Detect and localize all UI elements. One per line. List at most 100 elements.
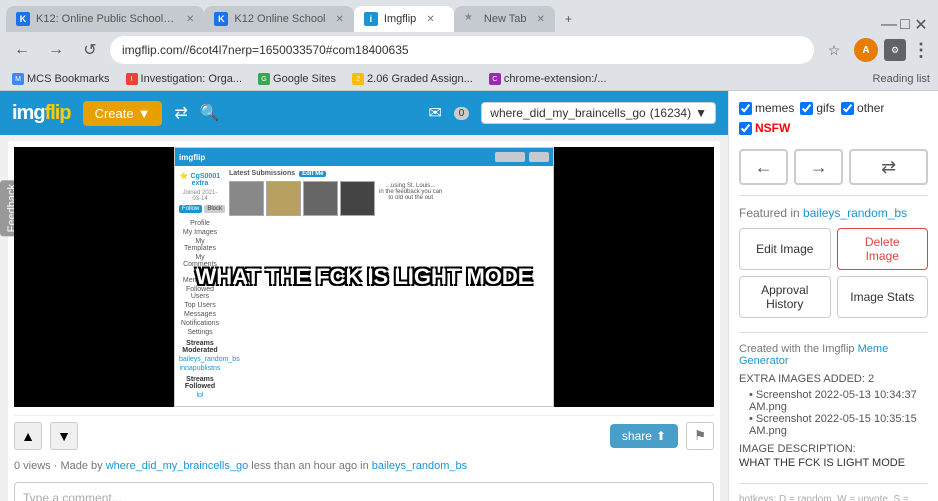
address-bar-row: ← → ↺ ☆ A ⚙ ⋮ (0, 32, 938, 68)
next-button[interactable]: → (794, 149, 843, 185)
nsfw-checkbox-label[interactable]: NSFW (739, 121, 790, 135)
image-desc-text: WHAT THE FCK IS LIGHT MODE (739, 457, 928, 469)
fake-submissions-row: ...using St. Louis...in the feedback you… (229, 181, 553, 216)
forward-button[interactable]: → (42, 36, 70, 64)
tab4-favicon: ★ (464, 12, 478, 26)
browser-tab-1[interactable]: K K12: Online Public School Pro... ✕ (6, 6, 204, 32)
fake-stream1: baileys_random_bs (175, 355, 225, 364)
new-tab-button[interactable]: + (555, 6, 582, 32)
divider-1 (739, 195, 928, 196)
gifs-label: gifs (816, 101, 835, 115)
tab1-title: K12: Online Public School Pro... (36, 13, 176, 25)
downvote-button[interactable]: ▼ (50, 422, 78, 450)
shuffle-icon[interactable]: ⇄ (174, 103, 187, 123)
other-checkbox-label[interactable]: other (841, 101, 884, 115)
stream-link[interactable]: baileys_random_bs (372, 460, 467, 472)
tab4-title: New Tab (484, 13, 527, 25)
created-text: Created with the Imgflip (739, 343, 855, 355)
fake-input2 (529, 152, 549, 162)
bookmark-google-sites[interactable]: G Google Sites (254, 71, 340, 87)
featured-text: Featured in (739, 206, 800, 220)
tab4-close[interactable]: ✕ (537, 14, 545, 25)
maximize-button[interactable]: □ (898, 18, 912, 32)
create-button[interactable]: Create ▼ (83, 101, 163, 126)
browser-tab-3[interactable]: i Imgflip ✕ (354, 6, 454, 32)
fake-profile-link: Profile (175, 219, 225, 228)
comment-input[interactable]: Type a comment... (14, 482, 714, 501)
page-content: Feedback imgflip Create ▼ ⇄ 🔍 ✉ 0 where_… (0, 91, 938, 501)
browser-tab-4[interactable]: ★ New Tab ✕ (454, 6, 555, 32)
fake-images-link: My Images (175, 228, 225, 237)
filter-checkboxes-section: memes gifs other NSFW (739, 101, 928, 135)
browser-tab-2[interactable]: K K12 Online School ✕ (204, 6, 354, 32)
header-dropdown-icon: ▼ (695, 106, 707, 120)
back-button[interactable]: ← (8, 36, 36, 64)
bookmark-ext-label: chrome-extension:/... (504, 73, 607, 85)
view-count: 0 views (14, 460, 51, 472)
fake-thumb-3 (303, 181, 338, 216)
address-input[interactable] (110, 36, 814, 64)
header-username: where_did_my_braincells_go (490, 106, 645, 120)
create-label: Create (95, 106, 134, 121)
reading-list-button[interactable]: Reading list (873, 73, 930, 85)
image-action-buttons: Edit Image Delete Image Approval History… (739, 228, 928, 318)
extra-image-1: Screenshot 2022-05-13 10:34:37 AM.png (749, 389, 928, 413)
image-stats-button[interactable]: Image Stats (837, 276, 929, 318)
bookmark-investigation[interactable]: I Investigation: Orga... (122, 71, 247, 87)
other-checkbox[interactable] (841, 102, 854, 115)
fake-followed-stream: lol (175, 391, 225, 400)
bookmark-star-button[interactable]: ☆ (820, 36, 848, 64)
memes-checkbox-label[interactable]: memes (739, 101, 794, 115)
gifs-checkbox-label[interactable]: gifs (800, 101, 835, 115)
delete-image-button[interactable]: Delete Image (837, 228, 929, 270)
bookmark-mcs[interactable]: M MCS Bookmarks (8, 71, 114, 87)
post-area: imgflip ⭐ CgS0001 extra Joined 202 (0, 135, 728, 501)
share-icon: ⬆ (656, 429, 666, 443)
tab3-favicon: i (364, 12, 378, 26)
share-button[interactable]: share ⬆ (610, 424, 678, 448)
prev-button[interactable]: ← (739, 149, 788, 185)
bookmark-gs-label: Google Sites (273, 73, 336, 85)
bookmark-mcs-icon: M (12, 73, 24, 85)
bookmark-mcs-label: MCS Bookmarks (27, 73, 110, 85)
fake-submissions-header: Latest Submissions Edit Me (229, 170, 553, 177)
meme-image-inner: imgflip ⭐ CgS0001 extra Joined 202 (174, 147, 554, 407)
profile-circle[interactable]: A (854, 38, 878, 62)
post-card: imgflip ⭐ CgS0001 extra Joined 202 (8, 141, 720, 501)
browser-menu-button[interactable]: ⋮ (912, 40, 930, 61)
shuffle-nav-button[interactable]: ⇄ (849, 149, 928, 185)
minimize-button[interactable]: — (882, 18, 896, 32)
bookmark-ext-icon: C (489, 73, 501, 85)
close-button[interactable]: ✕ (914, 18, 928, 32)
post-actions: ▲ ▼ share ⬆ ⚑ (14, 415, 714, 456)
created-label: Created with the Imgflip Meme Generator (739, 343, 928, 367)
approval-history-button[interactable]: Approval History (739, 276, 831, 318)
reload-button[interactable]: ↺ (76, 36, 104, 64)
tab2-close[interactable]: ✕ (336, 14, 344, 25)
search-icon[interactable]: 🔍 (200, 103, 220, 123)
posted-in-prefix: less than an hour ago in (251, 460, 368, 472)
memes-checkbox[interactable] (739, 102, 752, 115)
featured-stream-link[interactable]: baileys_random_bs (803, 206, 907, 220)
tab3-title: Imgflip (384, 13, 416, 25)
fake-thumb-4 (340, 181, 375, 216)
nav-arrows: ← → ⇄ (739, 149, 928, 185)
message-icon[interactable]: ✉ (428, 103, 441, 123)
bookmark-graded-icon: 2 (352, 73, 364, 85)
bookmark-graded[interactable]: 2 2.06 Graded Assign... (348, 71, 477, 87)
tab1-close[interactable]: ✕ (186, 14, 194, 25)
tab3-close[interactable]: ✕ (426, 14, 434, 25)
gifs-checkbox[interactable] (800, 102, 813, 115)
divider-2 (739, 332, 928, 333)
username-area[interactable]: where_did_my_braincells_go (16234) ▼ (481, 102, 716, 124)
upvote-button[interactable]: ▲ (14, 422, 42, 450)
nsfw-checkbox[interactable] (739, 122, 752, 135)
flag-button[interactable]: ⚑ (686, 422, 714, 450)
extension-icon[interactable]: ⚙ (884, 39, 906, 61)
edit-image-button[interactable]: Edit Image (739, 228, 831, 270)
imgflip-logo: imgflip (12, 102, 71, 125)
bookmark-chrome-ext[interactable]: C chrome-extension:/... (485, 71, 611, 87)
fake-settings-link: Settings (175, 328, 225, 337)
author-link[interactable]: where_did_my_braincells_go (106, 460, 248, 472)
bookmark-graded-label: 2.06 Graded Assign... (367, 73, 473, 85)
